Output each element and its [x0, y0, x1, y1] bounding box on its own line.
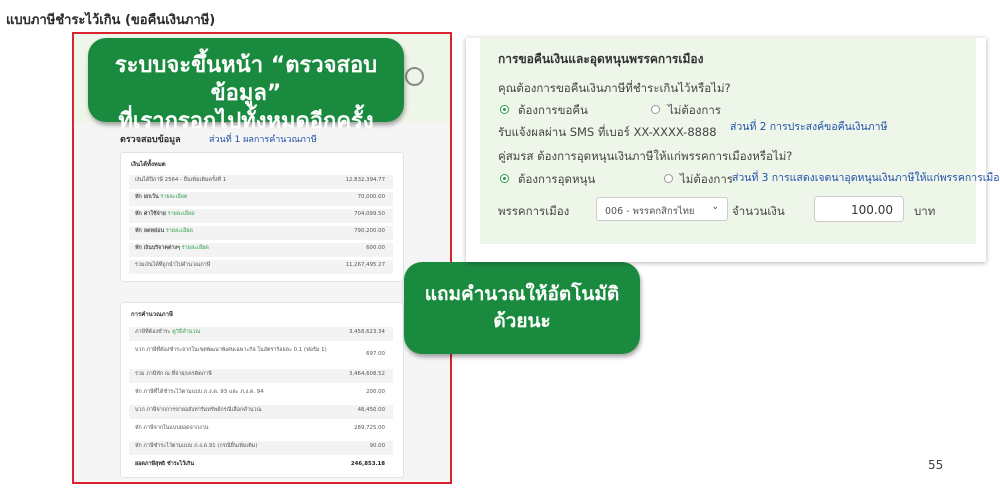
- income-row-amount: 12,832,394.77: [345, 177, 385, 183]
- income-row-label: รวมเงินได้ที่ถูกนำไปคำนวณภาษี: [135, 262, 211, 268]
- tax-row-amount: 90.00: [369, 443, 385, 449]
- party-select[interactable]: 006 - พรรคกสิกรไทย ⌄: [596, 197, 728, 221]
- tax-row-label: หัก ภาษีชำระไว้ตามแบบ ภ.ง.ด.91 (กรณียื่น…: [135, 443, 258, 449]
- sms-note: รับแจ้งผลผ่าน SMS ที่เบอร์ XX-XXXX-8888: [498, 125, 717, 139]
- tax-row: บวก ภาษีที่ต้องชำระจากในเขตพัฒนาพิเศษเฉพ…: [129, 345, 393, 365]
- refund-yes-label[interactable]: ต้องการขอคืน: [518, 102, 588, 120]
- party-yes-radio[interactable]: [500, 174, 509, 183]
- income-row: รวมเงินได้ที่ถูกนำไปคำนวณภาษี 11,267,495…: [129, 260, 393, 274]
- income-row: หัก ค่าใช้จ่าย รายละเอียด 704,099.50: [129, 209, 393, 223]
- page-number: 55: [928, 458, 944, 472]
- refund-yes-radio[interactable]: [500, 105, 509, 114]
- review-callout-line1: ระบบจะขึ้นหน้า “ตรวจสอบข้อมูล”: [114, 53, 378, 106]
- income-row-amount: 11,267,495.27: [345, 262, 385, 268]
- income-row: หัก ยกเว้น รายละเอียด 70,000.00: [129, 192, 393, 206]
- party-select-value: 006 - พรรคกสิกรไทย: [605, 206, 695, 217]
- tax-row-label: รวม ภาษีหัก ณ ที่จ่าย/เครดิตภาษี: [135, 371, 212, 377]
- tax-card-heading: การคำนวณภาษี: [131, 311, 173, 318]
- income-row: หัก เงินบริจาคต่างๆ รายละเอียด 600.00: [129, 243, 393, 257]
- detail-link[interactable]: รายละเอียด: [160, 194, 187, 200]
- tax-total-row: ยอดภาษีสุทธิ ชำระไว้เกิน 246,853.18: [129, 459, 393, 473]
- refund-question: คุณต้องการขอคืนเงินภาษีที่ชำระเกินไว้หรื…: [498, 81, 731, 95]
- auto-calc-callout: แถมคำนวณให้อัตโนมัติ ด้วยนะ: [404, 262, 640, 354]
- refund-no-radio[interactable]: [651, 105, 660, 114]
- tax-row-label: บวก ภาษีที่ต้องชำระจากในเขตพัฒนาพิเศษเฉพ…: [135, 347, 327, 353]
- tax-row-label: หัก ภาษีจากในแบบยอดจากงาน: [135, 425, 209, 431]
- refund-no-label[interactable]: ไม่ต้องการ: [668, 102, 721, 120]
- amount-input[interactable]: 100.00: [814, 196, 904, 222]
- currency-label: บาท: [914, 204, 936, 218]
- slide-title: แบบภาษีชำระไว้เกิน (ขอคืนเงินภาษี): [6, 13, 216, 28]
- tax-total-label: ยอดภาษีสุทธิ ชำระไว้เกิน: [135, 461, 195, 467]
- tax-row: หัก ภาษีที่ได้ชำระไว้ตามแบบ ภ.ง.ด. 93 แล…: [129, 387, 393, 401]
- tax-row-amount: 3,464,608.52: [348, 371, 385, 377]
- income-card-heading: เงินได้ทั้งหมด: [131, 161, 166, 168]
- tax-row-label: หัก ภาษีที่ได้ชำระไว้ตามแบบ ภ.ง.ด. 93 แล…: [135, 389, 264, 395]
- income-row-amount: 704,099.50: [354, 211, 385, 217]
- party-no-label[interactable]: ไม่ต้องการ: [680, 171, 733, 189]
- tax-row-amount: 289,725.00: [354, 425, 385, 431]
- part3-link[interactable]: ส่วนที่ 3 การแสดงเจตนาอุดหนุนเงินภาษีให้…: [732, 169, 1000, 186]
- income-row: หัก ลดหย่อน รายละเอียด 790,200.00: [129, 226, 393, 240]
- income-row-amount: 790,200.00: [354, 228, 385, 234]
- party-no-radio[interactable]: [664, 174, 673, 183]
- income-row-amount: 600.00: [366, 245, 385, 251]
- chevron-down-icon: ⌄: [711, 202, 719, 212]
- party-yes-label[interactable]: ต้องการอุดหนุน: [518, 171, 595, 189]
- income-card: เงินได้ทั้งหมด เงินได้ปีภาษี 2564 - ยื่น…: [120, 152, 404, 282]
- income-row-label: หัก ค่าใช้จ่าย รายละเอียด: [135, 211, 195, 217]
- detail-link[interactable]: รายละเอียด: [166, 228, 193, 234]
- tax-row-amount: 200.00: [366, 389, 385, 395]
- income-row-label: หัก เงินบริจาคต่างๆ รายละเอียด: [135, 245, 209, 251]
- amount-label: จำนวนเงิน: [732, 204, 785, 218]
- tax-row-amount: 48,450.00: [357, 407, 385, 413]
- party-label: พรรคการเมือง: [498, 204, 570, 218]
- tax-row-amount: 3,458,623.34: [348, 329, 385, 335]
- tax-row: รวม ภาษีหัก ณ ที่จ่าย/เครดิตภาษี 3,464,6…: [129, 369, 393, 383]
- refund-panel-body: การขอคืนเงินและอุดหนุนพรรคการเมือง คุณต้…: [480, 38, 1000, 244]
- review-callout: ระบบจะขึ้นหน้า “ตรวจสอบข้อมูล” ที่เรากรอ…: [88, 38, 404, 134]
- tax-row-label: ภาษีที่ต้องชำระ ดูวิธีคำนวณ: [135, 329, 201, 335]
- tax-row-amount: 697.00: [366, 351, 385, 357]
- progress-circle-icon: [405, 67, 424, 86]
- income-row-label: หัก ลดหย่อน รายละเอียด: [135, 228, 193, 234]
- tax-row: บวก ภาษีจากการขายอสังหาริมทรัพย์กรณีเลือ…: [129, 405, 393, 419]
- auto-callout-line2: ด้วยนะ: [493, 310, 551, 332]
- review-callout-line2: ที่เรากรอกไปทั้งหมดอีกครั้ง: [118, 109, 374, 134]
- refund-title: การขอคืนเงินและอุดหนุนพรรคการเมือง: [498, 52, 704, 66]
- calc-method-link[interactable]: ดูวิธีคำนวณ: [172, 329, 200, 335]
- tax-calc-card: การคำนวณภาษี ภาษีที่ต้องชำระ ดูวิธีคำนวณ…: [120, 302, 404, 478]
- income-row-label: หัก ยกเว้น รายละเอียด: [135, 194, 188, 200]
- tax-row: หัก ภาษีจากในแบบยอดจากงาน 289,725.00: [129, 423, 393, 437]
- tax-row: หัก ภาษีชำระไว้ตามแบบ ภ.ง.ด.91 (กรณียื่น…: [129, 441, 393, 455]
- income-row: เงินได้ปีภาษี 2564 - ยื่นเพิ่มเติมครั้งท…: [129, 175, 393, 189]
- auto-callout-line1: แถมคำนวณให้อัตโนมัติ: [424, 283, 620, 305]
- detail-link[interactable]: รายละเอียด: [168, 211, 195, 217]
- refund-panel: การขอคืนเงินและอุดหนุนพรรคการเมือง คุณต้…: [466, 38, 1000, 262]
- part2-link[interactable]: ส่วนที่ 2 การประสงค์ขอคืนเงินภาษี: [730, 118, 887, 135]
- tax-total-amount: 246,853.18: [350, 461, 385, 467]
- income-row-label: เงินได้ปีภาษี 2564 - ยื่นเพิ่มเติมครั้งท…: [135, 177, 227, 183]
- tax-row: ภาษีที่ต้องชำระ ดูวิธีคำนวณ 3,458,623.34: [129, 327, 393, 341]
- detail-link[interactable]: รายละเอียด: [182, 245, 209, 251]
- tax-row-label: บวก ภาษีจากการขายอสังหาริมทรัพย์กรณีเลือ…: [135, 407, 262, 413]
- income-row-amount: 70,000.00: [357, 194, 385, 200]
- party-question: คู่สมรส ต้องการอุดหนุนเงินภาษีให้แก่พรรค…: [498, 149, 793, 163]
